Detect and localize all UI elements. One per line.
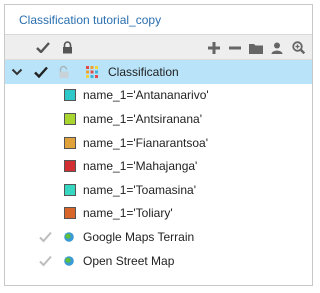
class-row[interactable]: name_1='Mahajanga': [5, 154, 312, 178]
layer-toolbar: [5, 35, 312, 60]
globe-icon: [64, 255, 74, 266]
folder-icon[interactable]: [248, 40, 264, 56]
class-color-swatch: [64, 160, 76, 173]
visibility-checkbox[interactable]: [39, 231, 52, 243]
remove-icon[interactable]: [227, 40, 243, 56]
class-color-swatch: [64, 183, 76, 196]
visibility-header-icon[interactable]: [36, 42, 50, 53]
class-color-swatch: [64, 207, 76, 220]
class-label: name_1='Antsiranana': [83, 111, 202, 126]
class-color-swatch: [64, 89, 76, 102]
class-row[interactable]: name_1='Fianarantsoa': [5, 131, 312, 155]
panel-title: Classification tutorial_copy: [5, 5, 312, 35]
basemap-label: Open Street Map: [83, 253, 175, 268]
class-label: name_1='Toliary': [83, 206, 173, 221]
chevron-down-icon[interactable]: [11, 66, 23, 78]
visibility-checkbox[interactable]: [34, 66, 48, 78]
globe-icon: [64, 232, 74, 242]
basemap-label: Google Maps Terrain: [83, 229, 195, 244]
basemap-row-open-street-map[interactable]: Open Street Map: [5, 249, 312, 273]
add-icon[interactable]: [206, 40, 222, 56]
visibility-checkbox[interactable]: [39, 255, 52, 267]
class-label: name_1='Mahajanga': [83, 159, 198, 174]
class-row[interactable]: name_1='Antananarivo': [5, 84, 312, 108]
class-row[interactable]: name_1='Toliary': [5, 202, 312, 226]
class-label: name_1='Antananarivo': [83, 88, 209, 103]
user-icon[interactable]: [269, 40, 285, 56]
layer-label: Classification: [108, 64, 179, 79]
class-label: name_1='Fianarantsoa': [83, 135, 208, 150]
class-color-swatch: [64, 112, 76, 125]
class-color-swatch: [64, 136, 76, 149]
class-row[interactable]: name_1='Toamasina': [5, 178, 312, 202]
zoom-in-icon[interactable]: [290, 40, 306, 56]
class-label: name_1='Toamasina': [83, 182, 196, 197]
basemap-row-google-maps-terrain[interactable]: Google Maps Terrain: [5, 225, 312, 249]
layer-row-classification[interactable]: Classification: [5, 60, 312, 84]
classification-layer-icon: [86, 65, 98, 78]
lock-header-icon[interactable]: [62, 41, 73, 54]
layer-panel: Classification tutorial_copy Classificat…: [4, 4, 313, 286]
unlock-icon[interactable]: [58, 65, 70, 78]
class-row[interactable]: name_1='Antsiranana': [5, 107, 312, 131]
layer-tree: Classification name_1='Antananarivo' nam…: [5, 60, 312, 272]
